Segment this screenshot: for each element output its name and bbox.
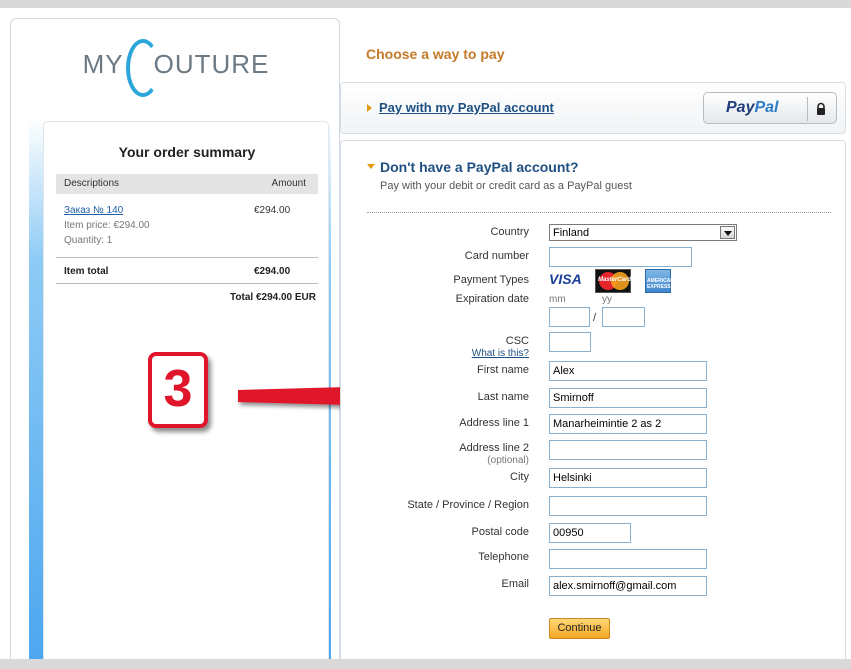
year-hint: yy [602,294,612,305]
address-line-2-input[interactable] [549,440,707,460]
paypal-logo-pay: Pay [726,99,755,116]
logo-c-ring-icon [125,39,160,97]
csc-input[interactable] [549,332,591,352]
step-number-badge: 3 [148,352,208,428]
col-descriptions: Descriptions [64,178,120,189]
amex-card-icon: AMERICAN EXPRESS [645,269,674,293]
mastercard-wordmark: MasterCard [598,277,632,283]
expiration-label: Expiration date [455,293,529,305]
summary-table-header: Descriptions Amount [56,174,318,194]
card-number-label: Card number [464,250,529,262]
email-input[interactable] [549,576,707,596]
pay-with-paypal-link[interactable]: Pay with my PayPal account [379,100,554,115]
address-line-1-input[interactable] [549,414,707,434]
dotted-divider [367,212,831,213]
step-number: 3 [163,360,193,418]
guest-checkout-title[interactable]: Don't have a PayPal account? [380,159,579,175]
state-label: State / Province / Region [407,499,529,511]
address-line-1-label: Address line 1 [459,417,529,429]
summary-divider [56,283,318,284]
country-selected-value: Finland [553,227,590,239]
badge-divider [807,97,808,121]
collapse-arrow-icon [367,164,375,169]
city-label: City [510,471,529,483]
item-total-label: Item total [64,266,109,277]
last-name-input[interactable] [549,388,707,408]
postal-code-input[interactable] [549,523,631,543]
summary-divider [56,257,318,258]
amex-wordmark: AMERICAN EXPRESS [647,278,674,290]
choose-payment-title: Choose a way to pay [366,46,505,62]
guest-checkout-panel: Don't have a PayPal account? Pay with yo… [340,140,846,662]
csc-label: CSC [505,335,529,347]
paypal-logo-pal: Pal [754,99,779,116]
order-total: Total €294.00 EUR [230,292,316,303]
order-item-price: Item price: €294.00 [64,220,150,231]
paypal-login-badge[interactable]: PayPal [703,92,837,124]
paypal-logo: PayPal [726,99,778,117]
order-item-link[interactable]: Заказ № 140 [64,205,123,216]
window-bottom-border [0,659,851,669]
payment-types-label: Payment Types [453,274,529,286]
dropdown-arrow-icon[interactable] [720,226,735,239]
expiration-year-input[interactable] [602,307,645,327]
col-amount: Amount [271,178,306,189]
email-label: Email [501,578,529,590]
first-name-input[interactable] [549,361,707,381]
expiration-month-input[interactable] [549,307,590,327]
postal-code-label: Postal code [471,526,529,538]
order-item-quantity: Quantity: 1 [64,235,113,246]
country-select[interactable]: Finland [549,224,737,241]
first-name-label: First name [477,364,529,376]
logo-prefix: MY [82,48,124,79]
visa-card-icon: VISA [549,271,582,287]
mycouture-logo: MY OUTURE [11,39,341,99]
expiration-separator: / [593,312,597,324]
mastercard-icon: MasterCard [595,269,631,293]
paypal-account-option[interactable]: Pay with my PayPal account PayPal [340,82,846,134]
month-hint: mm [549,294,566,305]
address-line-2-optional: (optional) [487,455,529,466]
item-total-value: €294.00 [254,266,291,277]
window-top-border [0,0,851,8]
expand-arrow-icon [367,104,372,112]
country-label: Country [490,226,529,238]
last-name-label: Last name [477,391,529,403]
csc-help-link[interactable]: What is this? [472,348,529,359]
telephone-label: Telephone [478,551,529,563]
continue-button[interactable]: Continue [549,618,610,639]
decorative-blue-bar-left [29,119,43,669]
logo-suffix: OUTURE [153,48,270,79]
telephone-input[interactable] [549,549,707,569]
order-item-amount: €294.00 [254,205,291,216]
address-line-2-label: Address line 2 [459,442,529,454]
city-input[interactable] [549,468,707,488]
card-number-input[interactable] [549,247,692,267]
order-summary-panel: MY OUTURE Your order summary Descriptions… [10,18,341,669]
lock-icon [817,102,825,115]
guest-checkout-subtitle: Pay with your debit or credit card as a … [380,180,632,192]
state-input[interactable] [549,496,707,516]
order-summary-title: Your order summary [118,144,256,160]
